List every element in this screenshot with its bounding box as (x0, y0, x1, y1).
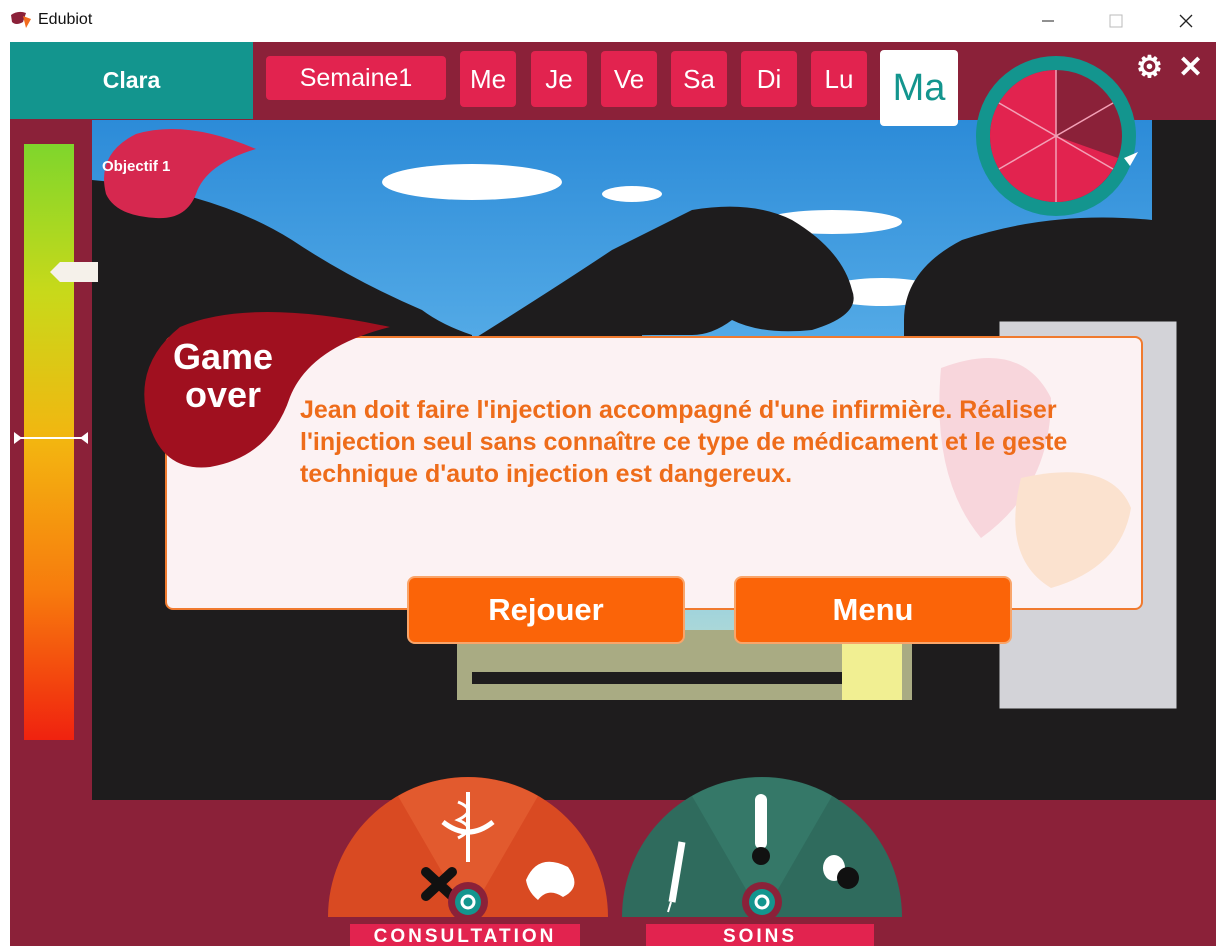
day-tab-ve[interactable]: Ve (601, 51, 657, 107)
close-icon[interactable]: ✕ (1178, 50, 1203, 85)
consultation-wheel (328, 777, 608, 922)
close-window-button[interactable] (1163, 0, 1209, 42)
minimize-icon (1042, 20, 1054, 22)
game-area: Objectif 1 Clara Semaine1 Me Je Ve Sa Di… (10, 42, 1216, 946)
day-clock-wheel (976, 56, 1138, 216)
player-name-tab[interactable]: Clara (10, 42, 253, 119)
soins-label[interactable]: SOINS (646, 924, 874, 946)
week-label[interactable]: Semaine1 (266, 56, 446, 100)
day-tab-me[interactable]: Me (460, 51, 516, 107)
minimize-button[interactable] (1025, 0, 1071, 42)
settings-gears-icon[interactable]: ⚙ (1136, 50, 1163, 85)
maximize-button[interactable] (1093, 0, 1139, 42)
day-tab-ma-active[interactable]: Ma (880, 50, 958, 126)
game-over-title-line1: Game (172, 336, 274, 377)
gauge-target-marker-icon (50, 262, 98, 282)
game-over-message: Jean doit faire l'injection accompagné d… (300, 396, 1068, 488)
soins-wheel (622, 777, 902, 922)
day-tab-sa[interactable]: Sa (671, 51, 727, 107)
game-over-title: Game over (148, 338, 298, 414)
menu-button[interactable]: Menu (734, 576, 1012, 644)
gauge-level-indicator-icon (14, 432, 88, 444)
window-titlebar: Edubiot (0, 0, 1216, 42)
consultation-label[interactable]: CONSULTATION (350, 924, 580, 946)
day-tab-lu[interactable]: Lu (811, 51, 867, 107)
close-icon (1179, 14, 1193, 28)
edubiot-logo-icon (11, 11, 31, 28)
day-tab-di[interactable]: Di (741, 51, 797, 107)
replay-button[interactable]: Rejouer (407, 576, 685, 644)
day-tab-je[interactable]: Je (531, 51, 587, 107)
window-title: Edubiot (38, 11, 93, 28)
game-over-title-line2: over (184, 374, 262, 415)
maximize-icon (1109, 14, 1123, 28)
objective-label: Objectif 1 (102, 158, 171, 175)
